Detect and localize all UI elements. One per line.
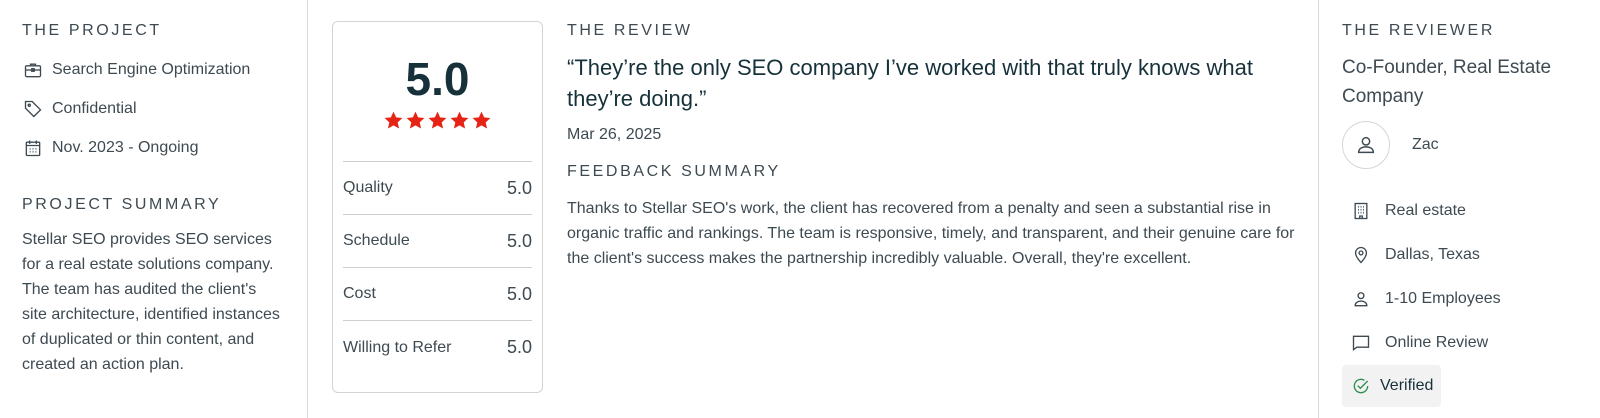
project-dates-label: Nov. 2023 - Ongoing bbox=[52, 138, 199, 156]
reviewer-role: Co-Founder, Real Estate Company bbox=[1342, 57, 1552, 107]
rating-row-schedule: Schedule 5.0 bbox=[343, 215, 532, 268]
check-circle-icon bbox=[1350, 375, 1372, 397]
star-icon bbox=[384, 111, 403, 129]
column-divider bbox=[307, 0, 308, 418]
overall-rating: 5.0 bbox=[405, 53, 470, 105]
rating-value: 5.0 bbox=[506, 177, 532, 198]
verified-badge: Verified bbox=[1342, 365, 1442, 407]
project-service: Search Engine Optimization bbox=[22, 50, 308, 89]
tag-icon bbox=[22, 98, 44, 120]
rating-label: Quality bbox=[343, 179, 393, 196]
verified-label: Verified bbox=[1380, 377, 1434, 394]
reviewer-column: THE REVIEWER Co-Founder, Real Estate Com… bbox=[1342, 0, 1592, 418]
project-budget-label: Confidential bbox=[52, 99, 137, 117]
rating-breakdown: Quality 5.0 Schedule 5.0 Cost 5.0 Willin… bbox=[343, 161, 532, 374]
rating-label: Willing to Refer bbox=[343, 338, 452, 356]
reviewer-company-size-label: 1-10 Employees bbox=[1385, 290, 1501, 307]
reviewer-location-label: Dallas, Texas bbox=[1385, 246, 1480, 263]
reviewer-section-title: THE REVIEWER bbox=[1342, 22, 1495, 39]
rating-value: 5.0 bbox=[506, 230, 532, 251]
rating-label: Cost bbox=[343, 285, 376, 302]
star-rating bbox=[343, 110, 532, 131]
project-dates: Nov. 2023 - Ongoing bbox=[22, 128, 308, 167]
building-icon bbox=[1350, 200, 1372, 222]
project-column: THE PROJECT Search Engine Optimization C… bbox=[0, 0, 308, 418]
review-section-title: THE REVIEW bbox=[567, 22, 693, 39]
rating-row-cost: Cost 5.0 bbox=[343, 268, 532, 321]
project-budget: Confidential bbox=[22, 89, 308, 128]
chat-bubble-icon bbox=[1350, 332, 1372, 354]
review-date: Mar 26, 2025 bbox=[567, 126, 662, 143]
reviewer-location: Dallas, Texas bbox=[1342, 233, 1592, 277]
project-summary-title: PROJECT SUMMARY bbox=[22, 196, 222, 213]
rating-row-willing-to-refer: Willing to Refer 5.0 bbox=[343, 321, 532, 374]
rating-label: Schedule bbox=[343, 232, 410, 249]
user-icon bbox=[1355, 134, 1377, 156]
column-divider bbox=[1318, 0, 1319, 418]
rating-value: 5.0 bbox=[506, 337, 532, 357]
calendar-icon bbox=[22, 137, 44, 159]
feedback-summary-title: FEEDBACK SUMMARY bbox=[567, 163, 781, 180]
reviewer-company-size: 1-10 Employees bbox=[1342, 277, 1592, 321]
reviewer-identity: Zac bbox=[1342, 121, 1592, 169]
rating-card: 5.0 Quality 5.0 Schedule 5.0 Cost 5.0 Wi… bbox=[332, 21, 543, 393]
feedback-summary-text: Thanks to Stellar SEO's work, the client… bbox=[567, 200, 1295, 267]
avatar bbox=[1342, 121, 1390, 169]
project-section-title: THE PROJECT bbox=[22, 22, 162, 39]
project-summary-text: Stellar SEO provides SEO services for a … bbox=[22, 231, 280, 373]
star-icon bbox=[406, 111, 425, 129]
rating-row-quality: Quality 5.0 bbox=[343, 162, 532, 215]
reviewer-details: Real estate Dallas, Texas 1-10 Employees… bbox=[1342, 189, 1592, 407]
review-quote: “They’re the only SEO company I’ve worke… bbox=[567, 55, 1253, 111]
star-icon bbox=[472, 111, 491, 129]
location-pin-icon bbox=[1350, 244, 1372, 266]
project-info-list: Search Engine Optimization Confidential … bbox=[22, 50, 308, 167]
star-icon bbox=[428, 111, 447, 129]
reviewer-review-type: Online Review bbox=[1342, 321, 1592, 365]
project-service-label: Search Engine Optimization bbox=[52, 60, 251, 78]
review-column: THE REVIEW “They’re the only SEO company… bbox=[567, 0, 1307, 418]
star-icon bbox=[450, 111, 469, 129]
briefcase-icon bbox=[22, 59, 44, 81]
rating-value: 5.0 bbox=[506, 283, 532, 304]
person-icon bbox=[1350, 288, 1372, 310]
reviewer-industry-label: Real estate bbox=[1385, 202, 1466, 219]
reviewer-review-type-label: Online Review bbox=[1385, 334, 1489, 351]
reviewer-name: Zac bbox=[1412, 136, 1439, 153]
reviewer-industry: Real estate bbox=[1342, 189, 1592, 233]
